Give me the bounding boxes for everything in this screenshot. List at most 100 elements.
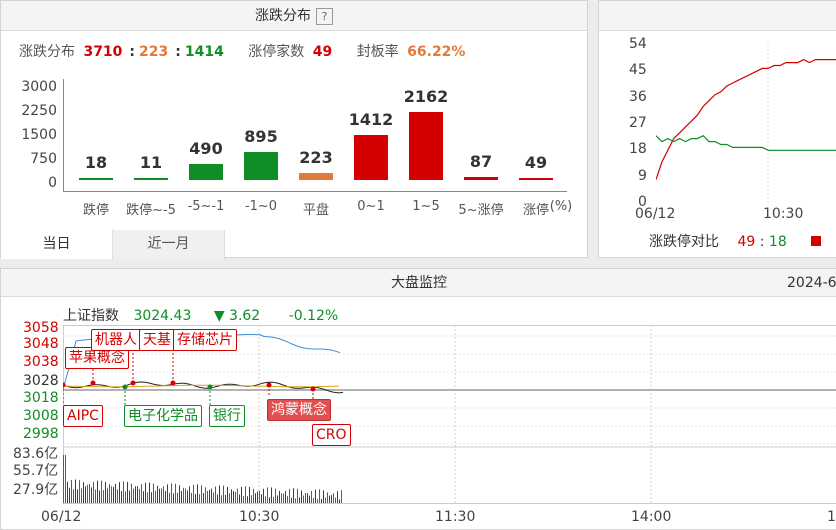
volume-bar bbox=[289, 489, 290, 503]
annotation-marker bbox=[123, 385, 128, 390]
bar-3[interactable] bbox=[244, 152, 278, 180]
bar-0[interactable] bbox=[79, 178, 113, 180]
volume-bar bbox=[297, 489, 298, 503]
bar-value-label: 49 bbox=[506, 153, 566, 172]
tag-cro[interactable]: CRO bbox=[312, 424, 351, 446]
tag-storage-chip[interactable]: 存储芯片 bbox=[173, 329, 237, 351]
volume-bar bbox=[285, 491, 286, 503]
volume-bar bbox=[269, 497, 270, 503]
volume-bar bbox=[275, 489, 276, 503]
tag-bank[interactable]: 银行 bbox=[209, 405, 245, 427]
category-label: -1~0 bbox=[231, 199, 291, 214]
y-tick-label: 3000 bbox=[21, 79, 57, 95]
bar-value-label: 11 bbox=[121, 153, 181, 172]
volume-bar bbox=[293, 488, 294, 503]
monitor-date: 2024-6 bbox=[787, 269, 836, 297]
bar-4[interactable] bbox=[299, 173, 333, 180]
volume-bar bbox=[253, 489, 254, 503]
tab-month[interactable]: 近一月 bbox=[113, 230, 225, 259]
volume-bar bbox=[303, 496, 304, 503]
xtick-close: 1 bbox=[827, 509, 836, 525]
volume-bar bbox=[181, 491, 182, 503]
bar-7[interactable] bbox=[464, 177, 498, 180]
volume-bar bbox=[315, 490, 316, 503]
index-change-pct: -0.12% bbox=[289, 308, 339, 324]
bar-1[interactable] bbox=[134, 178, 168, 180]
volume-bar bbox=[187, 491, 188, 503]
unit-label: (%) bbox=[536, 199, 586, 214]
volume-bar bbox=[231, 489, 232, 503]
ytick-up-0: 3058 bbox=[23, 320, 59, 336]
annotation-marker bbox=[131, 381, 136, 386]
annotation-marker bbox=[91, 381, 96, 386]
volume-bar bbox=[299, 497, 300, 503]
volume-bar bbox=[339, 500, 340, 503]
index-black-line bbox=[63, 382, 343, 393]
volume-bar bbox=[219, 485, 220, 503]
volume-bar bbox=[69, 488, 70, 503]
volume-bar bbox=[87, 485, 88, 503]
volume-bar bbox=[117, 489, 118, 503]
tab-today[interactable]: 当日 bbox=[1, 230, 113, 259]
volume-bar bbox=[295, 498, 296, 503]
index-name: 上证指数 bbox=[63, 308, 119, 324]
ratio-y-tick: 36 bbox=[629, 89, 647, 105]
volume-bar bbox=[135, 486, 136, 503]
volume-bar bbox=[233, 491, 234, 503]
tag-electronic-chem[interactable]: 电子化学品 bbox=[124, 405, 202, 427]
tag-robot[interactable]: 机器人 bbox=[91, 329, 141, 351]
annotation-marker bbox=[267, 383, 272, 388]
ytick-mid: 3028 bbox=[23, 373, 59, 389]
category-label: -5~-1 bbox=[176, 199, 236, 214]
volume-bar bbox=[139, 489, 140, 503]
category-label: 跌停~-5 bbox=[121, 199, 181, 218]
y-tick-label: 1500 bbox=[21, 127, 57, 143]
volume-bar bbox=[89, 484, 90, 503]
help-icon[interactable]: ? bbox=[316, 8, 333, 25]
volume-bar bbox=[319, 489, 320, 503]
ytick-up-2: 3038 bbox=[23, 354, 59, 370]
monitor-title-bar: 大盘监控 2024-6 bbox=[1, 269, 836, 297]
xtick-1130: 11:30 bbox=[435, 509, 475, 525]
bar-5[interactable] bbox=[354, 135, 388, 180]
volume-bar bbox=[239, 494, 240, 503]
volume-bar bbox=[283, 494, 284, 503]
category-label: 5~涨停 bbox=[451, 199, 511, 218]
volume-bar bbox=[123, 481, 124, 503]
market-monitor-panel: 大盘监控 2024-6 上证指数 3024.43 ▼ 3.62 -0.12% 3… bbox=[0, 268, 836, 530]
volume-bar bbox=[305, 493, 306, 503]
volume-bar bbox=[251, 495, 252, 503]
volume-bar bbox=[141, 484, 142, 503]
volume-bar bbox=[105, 482, 106, 503]
volume-bar bbox=[165, 491, 166, 503]
volume-bar bbox=[155, 491, 156, 503]
volume-bar bbox=[153, 484, 154, 503]
volume-bar bbox=[325, 498, 326, 503]
volume-bar bbox=[249, 487, 250, 503]
tag-hongmeng[interactable]: 鸿蒙概念 bbox=[267, 399, 331, 421]
tag-aipc[interactable]: AIPC bbox=[63, 405, 103, 427]
tag-tianji[interactable]: 天基 bbox=[139, 329, 175, 351]
volume-bar bbox=[271, 487, 272, 503]
ratio-down: 18 bbox=[769, 234, 787, 250]
volume-bar bbox=[235, 492, 236, 503]
volume-bar bbox=[145, 483, 146, 503]
ratio-y-tick: 54 bbox=[629, 36, 647, 52]
volume-bar bbox=[209, 490, 210, 503]
bar-8[interactable] bbox=[519, 178, 553, 180]
volume-bar bbox=[229, 493, 230, 503]
summary-label: 涨跌分布 bbox=[19, 44, 75, 60]
volume-bar bbox=[167, 484, 168, 503]
y-tick-label: 2250 bbox=[21, 103, 57, 119]
volume-bar bbox=[93, 482, 94, 503]
volume-bar bbox=[191, 493, 192, 503]
bar-2[interactable] bbox=[189, 164, 223, 180]
category-label: 平盘 bbox=[286, 199, 346, 218]
volume-bar bbox=[97, 481, 98, 503]
bar-value-label: 895 bbox=[231, 127, 291, 146]
bar-value-label: 223 bbox=[286, 148, 346, 167]
bar-6[interactable] bbox=[409, 112, 443, 180]
volume-bar bbox=[193, 485, 194, 503]
volume-bar bbox=[309, 496, 310, 503]
volume-bar bbox=[109, 484, 110, 503]
